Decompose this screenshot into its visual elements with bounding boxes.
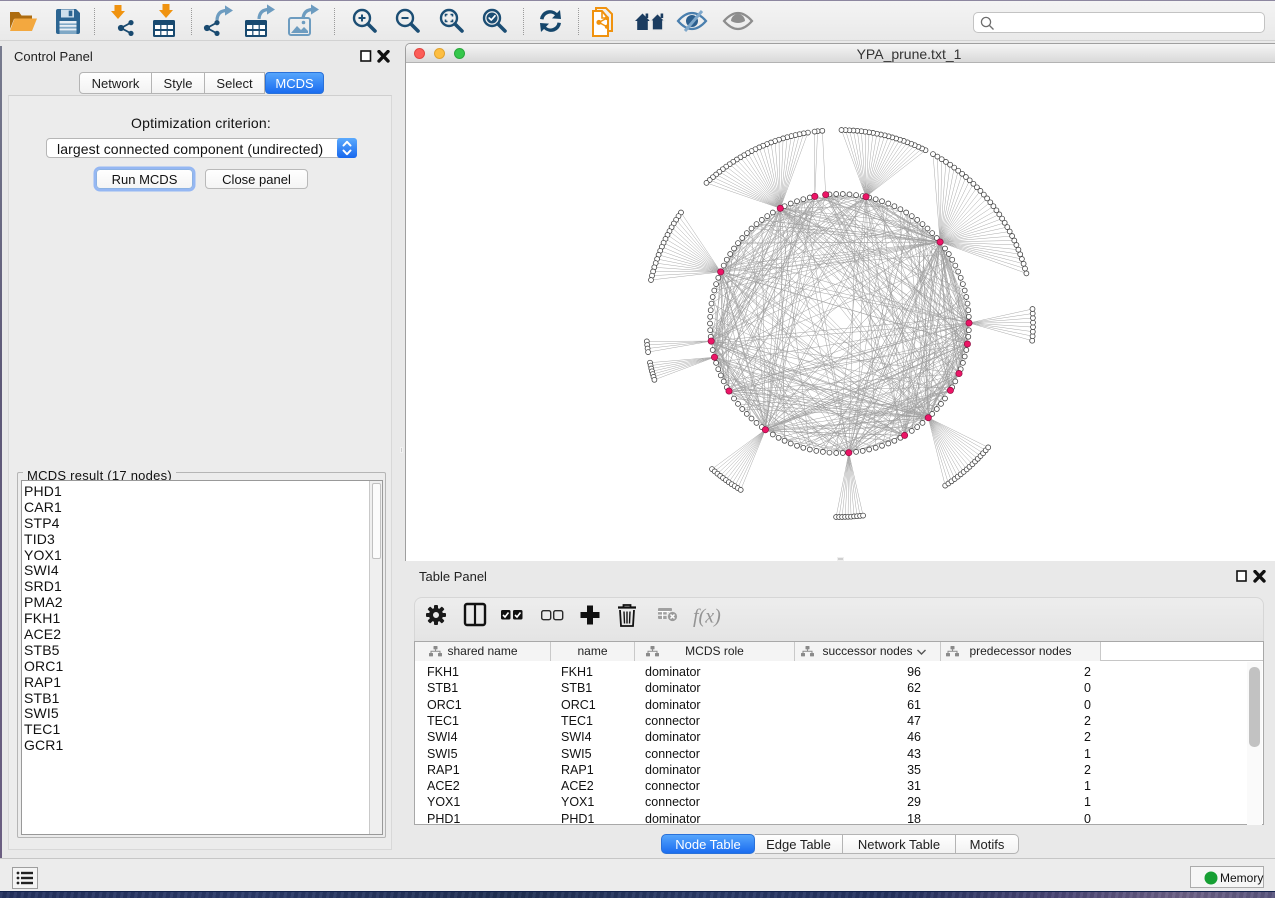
svg-text:f(x): f(x) <box>693 606 721 628</box>
